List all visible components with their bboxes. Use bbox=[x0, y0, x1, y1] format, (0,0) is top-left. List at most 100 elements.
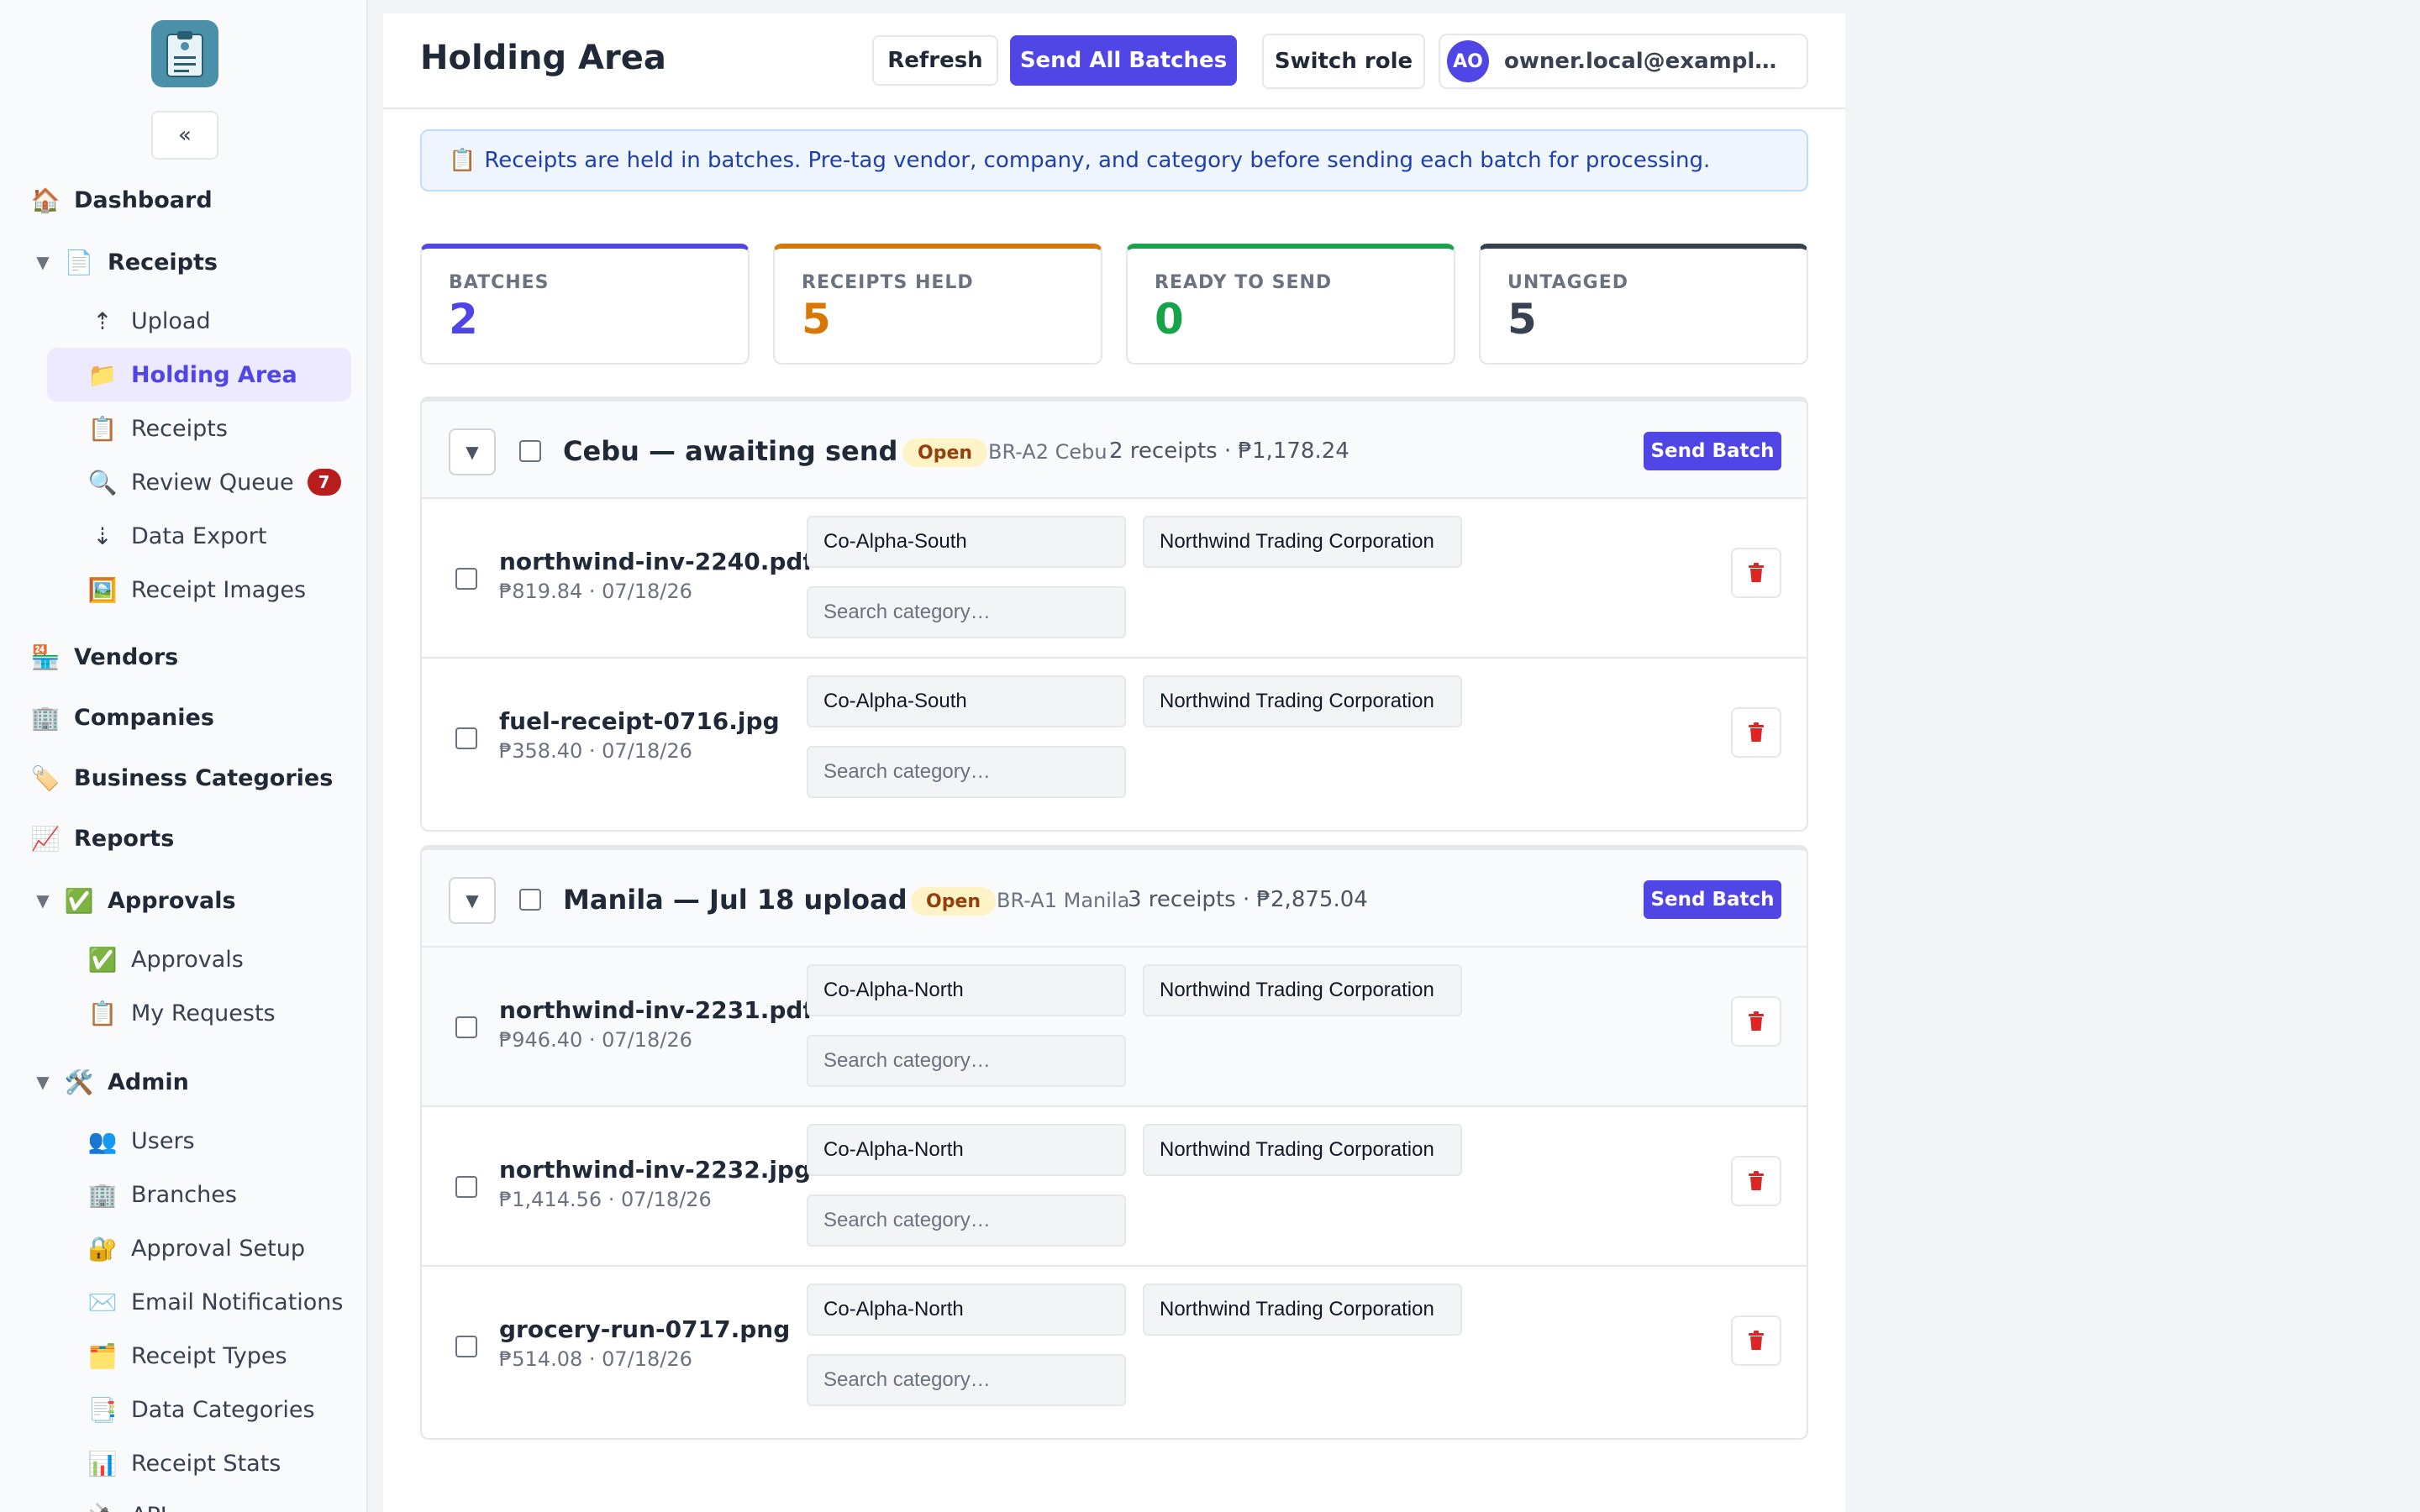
sidebar-item-receipt-stats[interactable]: 📊 Receipt Stats bbox=[87, 1436, 281, 1490]
sidebar-item-reports[interactable]: 📈 Reports bbox=[30, 811, 175, 865]
delete-receipt-button[interactable] bbox=[1731, 707, 1781, 758]
refresh-button[interactable]: Refresh bbox=[872, 35, 998, 86]
expand-batch-button[interactable]: ▼ bbox=[449, 428, 496, 475]
sidebar-item-label: Reports bbox=[74, 825, 175, 852]
vendor-select[interactable]: Northwind Trading Corporation bbox=[1143, 964, 1462, 1016]
receipt-filename: northwind-inv-2231.pdf bbox=[499, 996, 813, 1024]
vendor-select[interactable]: Northwind Trading Corporation bbox=[1143, 516, 1462, 568]
sidebar-item-api[interactable]: 🔌 API bbox=[87, 1488, 167, 1512]
sidebar-group-admin[interactable]: ▼ 🛠️ Admin bbox=[30, 1055, 189, 1109]
receipt-select-checkbox[interactable] bbox=[455, 1016, 477, 1038]
sidebar-item-business-categories[interactable]: 🏷️ Business Categories bbox=[30, 751, 334, 805]
receipt-select-checkbox[interactable] bbox=[455, 1336, 477, 1357]
batch-title: Manila — Jul 18 upload bbox=[563, 884, 908, 916]
batch-card: ▼ Manila — Jul 18 upload Open BR-A1 Mani… bbox=[420, 845, 1808, 1440]
sidebar-item-receipt-images[interactable]: 🖼️ Receipt Images bbox=[87, 563, 307, 617]
vendor-select[interactable]: Northwind Trading Corporation bbox=[1143, 675, 1462, 727]
stat-value: 5 bbox=[1507, 295, 1537, 344]
sidebar-group-approvals[interactable]: ▼ ✅ Approvals bbox=[30, 874, 235, 927]
clipboard-icon: 📋 bbox=[87, 414, 118, 443]
sidebar-item-companies[interactable]: 🏢 Companies bbox=[30, 690, 214, 744]
expand-batch-button[interactable]: ▼ bbox=[449, 877, 496, 924]
receipt-select-checkbox[interactable] bbox=[455, 1176, 477, 1198]
sidebar-item-label: API bbox=[131, 1503, 167, 1512]
document-icon: 📄 bbox=[64, 248, 94, 276]
receipt-amount-date: ₱946.40 · 07/18/26 bbox=[499, 1028, 692, 1052]
user-menu[interactable]: AO owner.local@example.test bbox=[1439, 34, 1808, 89]
send-batch-button[interactable]: Send Batch bbox=[1644, 432, 1781, 470]
sidebar-item-approvals[interactable]: ✅ Approvals bbox=[87, 932, 244, 986]
delete-receipt-button[interactable] bbox=[1731, 996, 1781, 1047]
receipt-filename: fuel-receipt-0716.jpg bbox=[499, 707, 780, 735]
sidebar-item-vendors[interactable]: 🏪 Vendors bbox=[30, 630, 179, 684]
sidebar-item-data-export[interactable]: ⇣ Data Export bbox=[87, 509, 266, 563]
sidebar-item-review-queue[interactable]: 🔍 Review Queue 7 bbox=[87, 455, 341, 509]
tag-icon: 🏷️ bbox=[30, 764, 60, 792]
clipboard-icon bbox=[166, 31, 203, 77]
company-select[interactable]: Co-Alpha-North bbox=[807, 1124, 1126, 1176]
check-icon: ✅ bbox=[87, 945, 118, 974]
category-search-input[interactable]: Search category… bbox=[807, 746, 1126, 798]
app-logo[interactable] bbox=[151, 20, 218, 87]
sidebar-item-approval-setup[interactable]: 🔐 Approval Setup bbox=[87, 1221, 305, 1275]
batch-summary: 2 receipts · ₱1,178.24 bbox=[1109, 438, 1349, 464]
building-icon: 🏢 bbox=[30, 703, 60, 732]
switch-role-button[interactable]: Switch role bbox=[1262, 34, 1425, 89]
image-icon: 🖼️ bbox=[87, 575, 118, 604]
avatar: AO bbox=[1447, 40, 1489, 82]
folder-icon: 📁 bbox=[87, 360, 118, 389]
sidebar-item-label: Receipts bbox=[131, 415, 228, 442]
company-select[interactable]: Co-Alpha-North bbox=[807, 1284, 1126, 1336]
vendor-select[interactable]: Northwind Trading Corporation bbox=[1143, 1124, 1462, 1176]
receipt-select-checkbox[interactable] bbox=[455, 727, 477, 749]
sidebar-item-label: My Requests bbox=[131, 1000, 276, 1026]
company-select[interactable]: Co-Alpha-South bbox=[807, 675, 1126, 727]
stat-label: UNTAGGED bbox=[1507, 272, 1629, 293]
sidebar-item-data-categories[interactable]: 📑 Data Categories bbox=[87, 1383, 315, 1436]
category-search-input[interactable]: Search category… bbox=[807, 586, 1126, 638]
sidebar-group-receipts[interactable]: ▼ 📄 Receipts bbox=[30, 235, 218, 289]
send-all-batches-button[interactable]: Send All Batches bbox=[1010, 35, 1237, 86]
category-search-input[interactable]: Search category… bbox=[807, 1194, 1126, 1247]
category-search-input[interactable]: Search category… bbox=[807, 1354, 1126, 1406]
trash-icon bbox=[1749, 1331, 1764, 1350]
delete-receipt-button[interactable] bbox=[1731, 1315, 1781, 1366]
sidebar-item-dashboard[interactable]: 🏠 Dashboard bbox=[30, 173, 213, 227]
sidebar-item-receipts[interactable]: 📋 Receipts bbox=[87, 402, 228, 455]
batch-select-checkbox[interactable] bbox=[519, 440, 541, 462]
receipt-row: northwind-inv-2231.pdf ₱946.40 · 07/18/2… bbox=[422, 948, 1807, 1107]
company-select[interactable]: Co-Alpha-South bbox=[807, 516, 1126, 568]
sidebar-item-users[interactable]: 👥 Users bbox=[87, 1114, 195, 1168]
send-batch-button[interactable]: Send Batch bbox=[1644, 880, 1781, 919]
stat-card-receipts-held: RECEIPTS HELD 5 bbox=[773, 244, 1102, 365]
upload-icon: ⇡ bbox=[92, 307, 113, 335]
batch-branch: BR-A2 Cebu bbox=[988, 440, 1107, 464]
company-select[interactable]: Co-Alpha-North bbox=[807, 964, 1126, 1016]
clipboard-icon: 📋 bbox=[449, 148, 476, 173]
magnifier-icon: 🔍 bbox=[87, 468, 118, 496]
page-header: Holding Area Refresh Send All Batches Sw… bbox=[383, 13, 1845, 109]
batch-select-checkbox[interactable] bbox=[519, 889, 541, 911]
receipt-select-checkbox[interactable] bbox=[455, 568, 477, 590]
sidebar-item-branches[interactable]: 🏢 Branches bbox=[87, 1168, 237, 1221]
collapse-sidebar-button[interactable]: « bbox=[151, 111, 218, 160]
receipt-filename: grocery-run-0717.png bbox=[499, 1315, 791, 1343]
store-icon: 🏪 bbox=[30, 643, 60, 671]
review-queue-count-badge: 7 bbox=[307, 469, 341, 496]
tools-icon: 🛠️ bbox=[64, 1068, 94, 1096]
delete-receipt-button[interactable] bbox=[1731, 1156, 1781, 1206]
vendor-select[interactable]: Northwind Trading Corporation bbox=[1143, 1284, 1462, 1336]
sidebar-item-upload[interactable]: ⇡ Upload bbox=[87, 294, 210, 348]
stat-value: 5 bbox=[802, 295, 831, 344]
chevron-down-icon: ▼ bbox=[36, 1072, 50, 1092]
sidebar-item-email-notifications[interactable]: ✉️ Email Notifications bbox=[87, 1275, 344, 1329]
sidebar-item-holding-area[interactable]: 📁 Holding Area bbox=[47, 348, 351, 402]
sidebar-item-receipt-types[interactable]: 🗂️ Receipt Types bbox=[87, 1329, 287, 1383]
user-email: owner.local@example.test bbox=[1504, 49, 1790, 74]
delete-receipt-button[interactable] bbox=[1731, 548, 1781, 598]
receipt-row: grocery-run-0717.png ₱514.08 · 07/18/26 … bbox=[422, 1267, 1807, 1426]
receipt-amount-date: ₱514.08 · 07/18/26 bbox=[499, 1347, 692, 1371]
category-search-input[interactable]: Search category… bbox=[807, 1035, 1126, 1087]
sidebar-item-label: Admin bbox=[108, 1068, 189, 1095]
sidebar-item-my-requests[interactable]: 📋 My Requests bbox=[87, 986, 276, 1040]
